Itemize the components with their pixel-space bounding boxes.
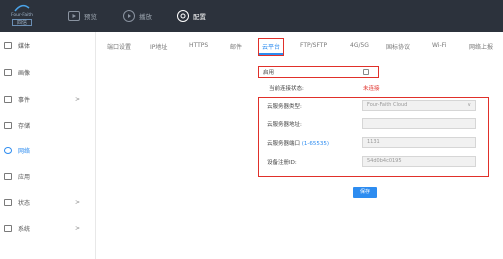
logo: Four-Faith 四信	[4, 4, 40, 28]
tab-ftp[interactable]: FTP/SFTP	[300, 42, 327, 49]
sidebar-item-label: 画像	[18, 69, 31, 77]
status-value: 未连接	[363, 86, 380, 92]
sidebar: 媒体 画像 事件 > 存储 网络 应用 状态 > 系统 >	[0, 32, 96, 259]
tab-ip[interactable]: IP地址	[150, 42, 167, 51]
sidebar-item-label: 网络	[18, 147, 31, 155]
save-button[interactable]: 保存	[353, 187, 377, 198]
topnav-play[interactable]: 播放	[123, 9, 152, 23]
image-icon	[4, 68, 12, 76]
sidebar-item-label: 存储	[18, 122, 31, 130]
topnav-preview[interactable]: 预览	[68, 9, 97, 23]
sidebar-item-label: 状态	[18, 199, 31, 207]
enable-checkbox[interactable]	[363, 69, 369, 75]
logo-mark-icon	[14, 4, 30, 12]
sidebar-item-event[interactable]: 事件 >	[0, 89, 95, 109]
sidebar-item-media[interactable]: 媒体	[0, 35, 95, 55]
topnav-config[interactable]: 配置	[177, 9, 206, 23]
server-port-input[interactable]: 1131	[362, 137, 476, 148]
tab-port[interactable]: 端口设置	[107, 42, 131, 51]
tab-4g5g[interactable]: 4G/5G	[350, 42, 369, 49]
topnav-label: 预览	[84, 13, 97, 21]
sidebar-item-image[interactable]: 画像	[0, 62, 95, 82]
brand-name: Four-Faith	[10, 13, 34, 18]
server-port-label-text: 云服务器端口	[267, 141, 301, 147]
sidebar-item-label: 系统	[18, 225, 31, 233]
tab-gb[interactable]: 国标协议	[386, 42, 410, 51]
chevron-right-icon: >	[75, 224, 81, 232]
chevron-right-icon: >	[75, 95, 81, 103]
sidebar-item-label: 应用	[18, 173, 31, 181]
server-type-label: 云服务器类型:	[267, 104, 302, 110]
sidebar-item-network[interactable]: 网络	[0, 140, 95, 160]
topnav-label: 配置	[193, 13, 206, 21]
event-icon	[4, 95, 12, 103]
sidebar-item-status[interactable]: 状态 >	[0, 192, 95, 212]
media-icon	[4, 41, 12, 49]
network-icon	[4, 146, 12, 154]
brand-cn: 四信	[12, 19, 32, 26]
server-type-value: Four-Faith Cloud	[367, 102, 408, 108]
device-id-label: 设备注册ID:	[267, 160, 297, 166]
server-port-range: (1-65535)	[301, 141, 330, 147]
preview-icon	[68, 11, 80, 21]
sidebar-item-app[interactable]: 应用	[0, 166, 95, 186]
tab-report[interactable]: 网络上报	[469, 42, 493, 51]
chevron-right-icon: >	[75, 198, 81, 206]
device-id-input[interactable]: 54d0b4c0195	[362, 156, 476, 167]
server-type-select[interactable]: Four-Faith Cloud ∨	[362, 100, 476, 111]
server-addr-label: 云服务器地址:	[267, 122, 302, 128]
storage-icon	[4, 121, 12, 129]
tab-email[interactable]: 邮件	[230, 42, 242, 51]
tab-https[interactable]: HTTPS	[189, 42, 208, 49]
server-addr-input[interactable]	[362, 118, 476, 129]
topnav-label: 播放	[139, 13, 152, 21]
settings-icon	[177, 10, 189, 22]
chevron-down-icon: ∨	[467, 102, 471, 108]
sidebar-item-system[interactable]: 系统 >	[0, 218, 95, 238]
status-icon	[4, 198, 12, 206]
play-icon	[123, 10, 135, 22]
sidebar-item-storage[interactable]: 存储	[0, 115, 95, 135]
server-port-label: 云服务器端口 (1-65535)	[267, 139, 329, 147]
sidebar-item-label: 事件	[18, 96, 31, 104]
top-bar: Four-Faith 四信 预览 播放 配置	[0, 0, 503, 32]
status-label: 当前连接状态:	[269, 86, 304, 92]
enable-highlight-box	[258, 66, 379, 78]
app-icon	[4, 172, 12, 180]
sidebar-item-label: 媒体	[18, 42, 31, 50]
system-icon	[4, 224, 12, 232]
enable-label: 启用	[263, 70, 275, 76]
tab-wifi[interactable]: Wi-Fi	[432, 42, 446, 49]
tab-highlight-box	[258, 38, 284, 56]
